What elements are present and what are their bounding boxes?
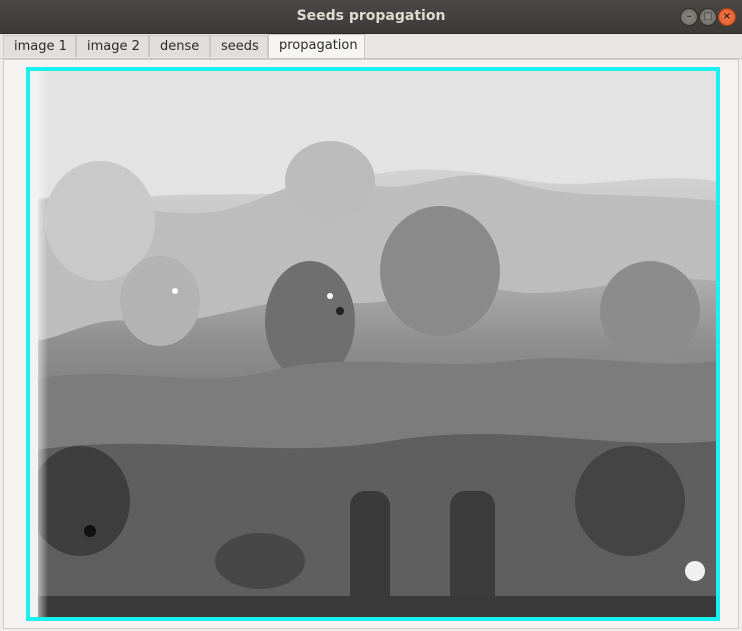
tab-image-2[interactable]: image 2 [76, 35, 149, 57]
minimize-icon[interactable]: – [680, 8, 698, 26]
tab-content-panel [3, 59, 739, 629]
tab-seeds[interactable]: seeds [210, 35, 268, 57]
disparity-map-image [26, 67, 720, 621]
title-bar[interactable]: Seeds propagation – □ × [0, 0, 742, 34]
window-title: Seeds propagation [296, 8, 446, 24]
tab-image-1[interactable]: image 1 [3, 35, 76, 57]
disparity-map [30, 71, 716, 617]
close-icon[interactable]: × [718, 8, 736, 26]
maximize-icon[interactable]: □ [699, 8, 717, 26]
app-window: Seeds propagation – □ × image 1 image 2 … [0, 0, 742, 631]
tab-dense[interactable]: dense [149, 35, 210, 57]
tab-propagation[interactable]: propagation [268, 34, 365, 58]
tab-bar: image 1 image 2 dense seeds propagation [0, 34, 742, 59]
